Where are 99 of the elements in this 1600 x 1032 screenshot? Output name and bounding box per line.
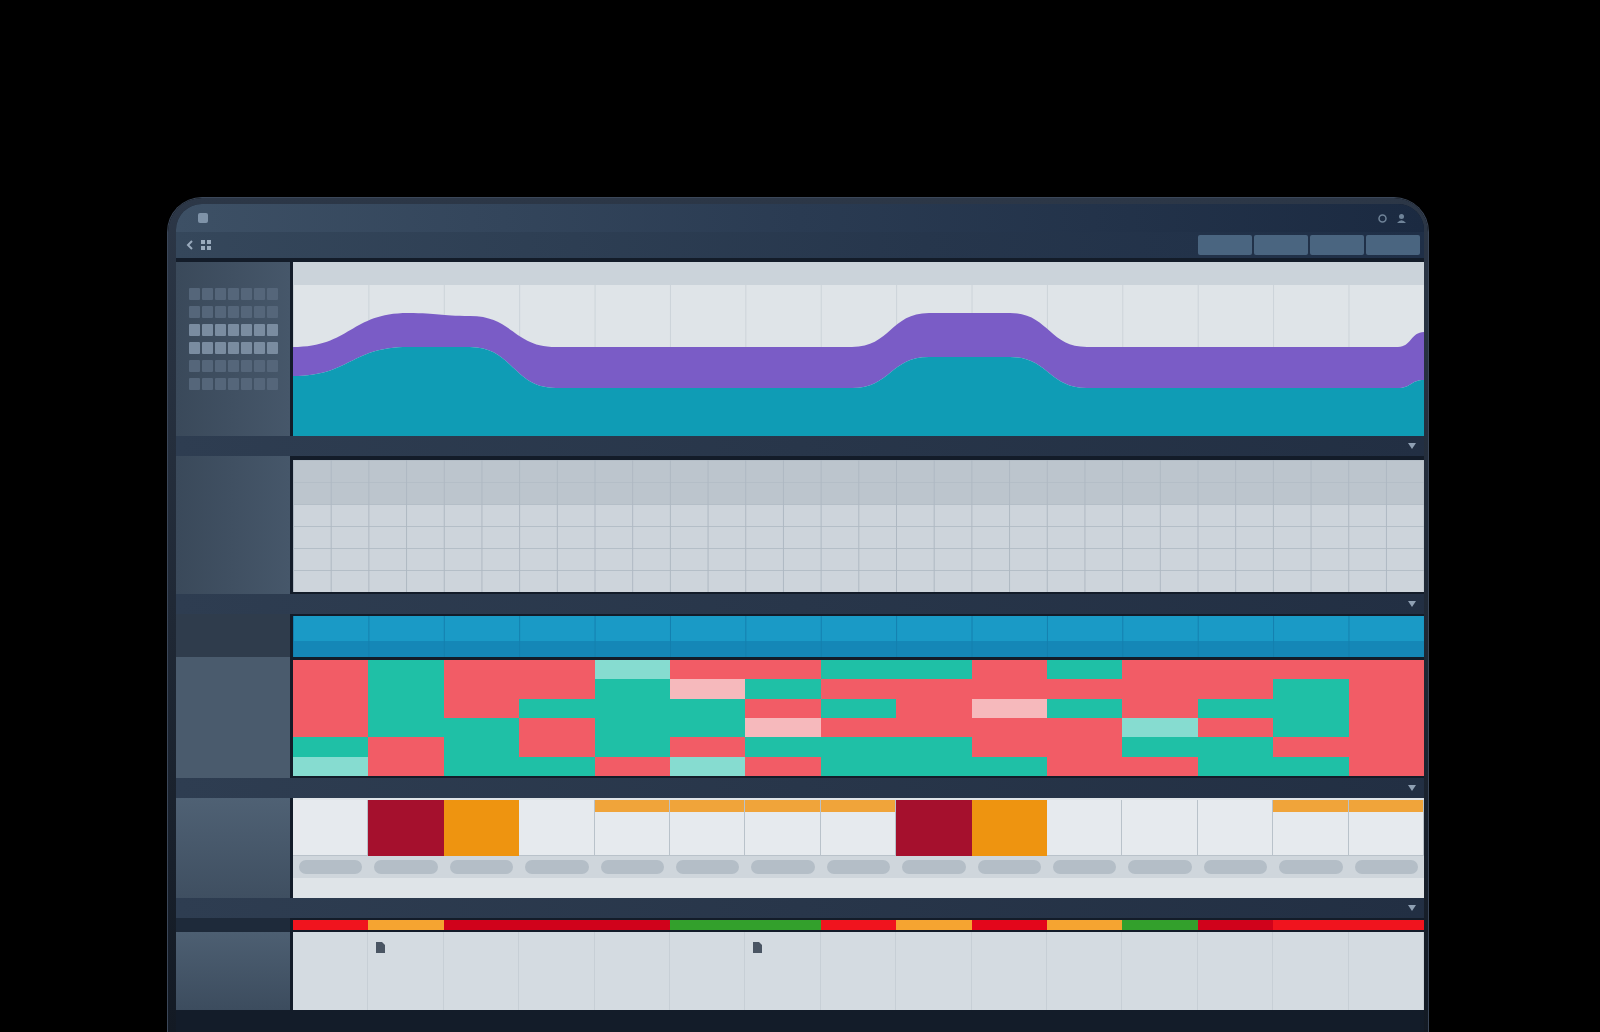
heatmap-cell[interactable] (820, 679, 897, 699)
heatmap-cell[interactable] (1047, 660, 1123, 680)
app-icon (198, 213, 208, 223)
user-icon[interactable] (1397, 213, 1406, 223)
heatmap-cell[interactable] (745, 718, 821, 738)
heatmap-cell[interactable] (745, 698, 821, 718)
event-cell[interactable] (519, 932, 595, 1010)
tag-chip[interactable] (676, 860, 740, 874)
heatmap-cell[interactable] (519, 756, 595, 776)
heatmap-cell[interactable] (1122, 737, 1198, 757)
status-cell[interactable] (745, 800, 821, 856)
heatmap-cell[interactable] (519, 718, 595, 738)
toolbar-button[interactable] (1366, 235, 1420, 255)
heatmap-cell[interactable] (293, 660, 369, 680)
heatmap-cell[interactable] (1122, 698, 1198, 718)
status-cell[interactable] (1047, 800, 1123, 856)
tag-chip[interactable] (449, 860, 514, 874)
heatmap-cell[interactable] (1273, 756, 1349, 776)
heatmap-cell[interactable] (594, 679, 670, 699)
heatmap-cell[interactable] (745, 679, 821, 699)
tag-chip[interactable] (1279, 860, 1343, 874)
heatmap-cell[interactable] (745, 737, 821, 757)
tag-chip[interactable] (1128, 860, 1192, 874)
event-cell[interactable] (443, 932, 520, 1010)
event-cell[interactable] (745, 932, 821, 1010)
status-cell[interactable] (670, 800, 746, 856)
status-cell[interactable] (519, 800, 595, 856)
status-block[interactable] (971, 800, 1047, 856)
caret-icon[interactable] (1408, 601, 1416, 607)
event-cell[interactable] (1197, 932, 1274, 1010)
status-cell[interactable] (1197, 800, 1274, 856)
heatmap-cell[interactable] (1122, 756, 1198, 776)
status-block[interactable] (443, 800, 520, 856)
tag-chip[interactable] (826, 860, 891, 874)
heatmap-cell[interactable] (745, 756, 821, 776)
tag-chip[interactable] (374, 860, 438, 874)
status-cell[interactable] (1348, 800, 1424, 856)
event-cell[interactable] (896, 932, 972, 1010)
heatmap-cell[interactable] (594, 737, 670, 757)
heatmap-cell[interactable] (519, 737, 595, 757)
event-cell[interactable] (594, 932, 670, 1010)
heatmap-cell[interactable] (670, 660, 746, 680)
mini-calendar[interactable] (188, 288, 278, 390)
tag-chip[interactable] (977, 860, 1041, 874)
tag-chip[interactable] (525, 860, 589, 874)
event-cell[interactable] (670, 932, 746, 1010)
heatmap-cell[interactable] (293, 718, 369, 738)
tag-chip[interactable] (1203, 860, 1268, 874)
heatmap-cell[interactable] (670, 679, 746, 699)
heatmap-cell[interactable] (896, 660, 972, 680)
heatmap-cell[interactable] (519, 698, 595, 718)
caret-icon[interactable] (1408, 905, 1416, 911)
event-cell[interactable] (1348, 932, 1424, 1010)
event-cell[interactable] (368, 932, 444, 1010)
heatmap-cell[interactable] (293, 737, 369, 757)
heatmap-cell[interactable] (820, 660, 897, 680)
toolbar-button[interactable] (1198, 235, 1252, 255)
toolbar-button[interactable] (1254, 235, 1308, 255)
heatmap-cell[interactable] (670, 737, 746, 757)
chevron-left-icon[interactable] (186, 240, 193, 250)
event-cell[interactable] (820, 932, 897, 1010)
status-cell[interactable] (820, 800, 897, 856)
event-cell[interactable] (293, 932, 369, 1010)
tag-chip[interactable] (1354, 860, 1418, 874)
toolbar-button[interactable] (1310, 235, 1364, 255)
heatmap-cell[interactable] (594, 660, 670, 680)
status-cell[interactable] (594, 800, 670, 856)
heatmap-cell[interactable] (1047, 698, 1123, 718)
grid-icon[interactable] (201, 240, 211, 250)
document-icon[interactable] (753, 942, 763, 953)
heatmap-cell[interactable] (1273, 737, 1349, 757)
heatmap-cell[interactable] (293, 756, 369, 776)
caret-icon[interactable] (1408, 443, 1416, 449)
heatmap-cell[interactable] (971, 660, 1047, 680)
status-cell[interactable] (293, 800, 369, 856)
caret-icon[interactable] (1408, 785, 1416, 791)
document-icon[interactable] (376, 942, 386, 953)
status-cell[interactable] (1273, 800, 1349, 856)
tag-chip[interactable] (299, 860, 363, 874)
event-cell[interactable] (1273, 932, 1349, 1010)
heatmap-cell[interactable] (1273, 718, 1349, 738)
tag-chip[interactable] (1053, 860, 1117, 874)
event-cell[interactable] (1122, 932, 1198, 1010)
tag-chip[interactable] (600, 860, 664, 874)
circle-icon[interactable] (1378, 213, 1387, 223)
tag-chip[interactable] (751, 860, 815, 874)
heatmap-cell[interactable] (670, 756, 746, 776)
status-block[interactable] (368, 800, 444, 856)
heatmap-cell[interactable] (745, 660, 821, 680)
status-cell[interactable] (1122, 800, 1198, 856)
heatmap-cell[interactable] (368, 660, 444, 680)
heatmap-cell[interactable] (1122, 718, 1198, 738)
heatmap-cell[interactable] (1273, 679, 1349, 699)
event-cell[interactable] (1047, 932, 1123, 1010)
status-block[interactable] (896, 800, 972, 856)
heatmap-cell[interactable] (368, 756, 444, 776)
tag-chip[interactable] (902, 860, 966, 874)
event-cell[interactable] (971, 932, 1047, 1010)
heatmap-cell[interactable] (368, 737, 444, 757)
